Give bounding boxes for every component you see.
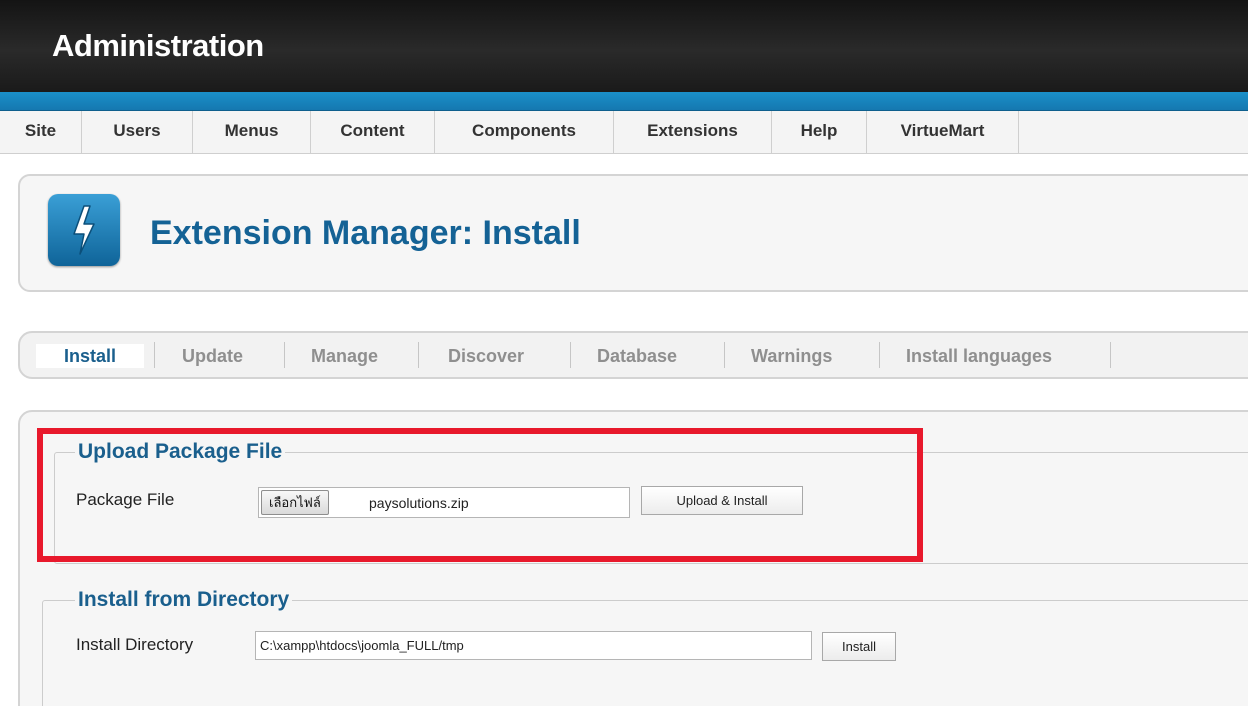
tab-database[interactable]: Database	[597, 344, 677, 368]
upload-package-legend: Upload Package File	[75, 440, 286, 464]
install-directory-label: Install Directory	[76, 635, 194, 654]
tab-discover[interactable]: Discover	[448, 344, 524, 368]
package-file-input[interactable]: เลือกไฟล์ paysolutions.zip	[258, 487, 630, 518]
menu-item-menus[interactable]: Menus	[193, 111, 311, 153]
tab-separator	[418, 342, 419, 368]
install-directory-legend: Install from Directory	[75, 588, 293, 612]
package-file-label: Package File	[76, 490, 175, 509]
selected-file-name: paysolutions.zip	[369, 495, 469, 511]
tab-update[interactable]: Update	[182, 344, 243, 368]
page-title: Extension Manager: Install	[150, 214, 581, 252]
tab-install[interactable]: Install	[36, 344, 145, 368]
page-header: Extension Manager: Install	[18, 174, 1248, 292]
choose-file-button[interactable]: เลือกไฟล์	[261, 490, 329, 515]
tab-separator	[284, 342, 285, 368]
tab-separator	[879, 342, 880, 368]
menu-item-virtuemart[interactable]: VirtueMart	[867, 111, 1019, 153]
menu-item-site[interactable]: Site	[0, 111, 82, 153]
tab-separator	[724, 342, 725, 368]
tab-warnings[interactable]: Warnings	[751, 344, 832, 368]
lightning-bolt-icon	[48, 194, 120, 266]
tab-separator	[570, 342, 571, 368]
tab-separator	[1110, 342, 1111, 368]
install-directory-input[interactable]: C:\xampp\htdocs\joomla_FULL/tmp	[255, 631, 812, 660]
menu-item-extensions[interactable]: Extensions	[614, 111, 772, 153]
tab-manage[interactable]: Manage	[311, 344, 378, 368]
tab-install-languages[interactable]: Install languages	[906, 344, 1052, 368]
menu-item-content[interactable]: Content	[311, 111, 435, 153]
tab-separator	[154, 342, 155, 368]
admin-title: Administration	[52, 28, 264, 63]
extension-submenu: Install Update Manage Discover Database …	[18, 331, 1248, 379]
header-accent-bar	[0, 92, 1248, 111]
admin-header: Administration	[0, 0, 1248, 92]
main-menu: Site Users Menus Content Components Exte…	[0, 111, 1248, 154]
install-button[interactable]: Install	[822, 632, 896, 661]
menu-item-users[interactable]: Users	[82, 111, 193, 153]
menu-item-help[interactable]: Help	[772, 111, 867, 153]
upload-install-button[interactable]: Upload & Install	[641, 486, 803, 515]
menu-item-components[interactable]: Components	[435, 111, 614, 153]
